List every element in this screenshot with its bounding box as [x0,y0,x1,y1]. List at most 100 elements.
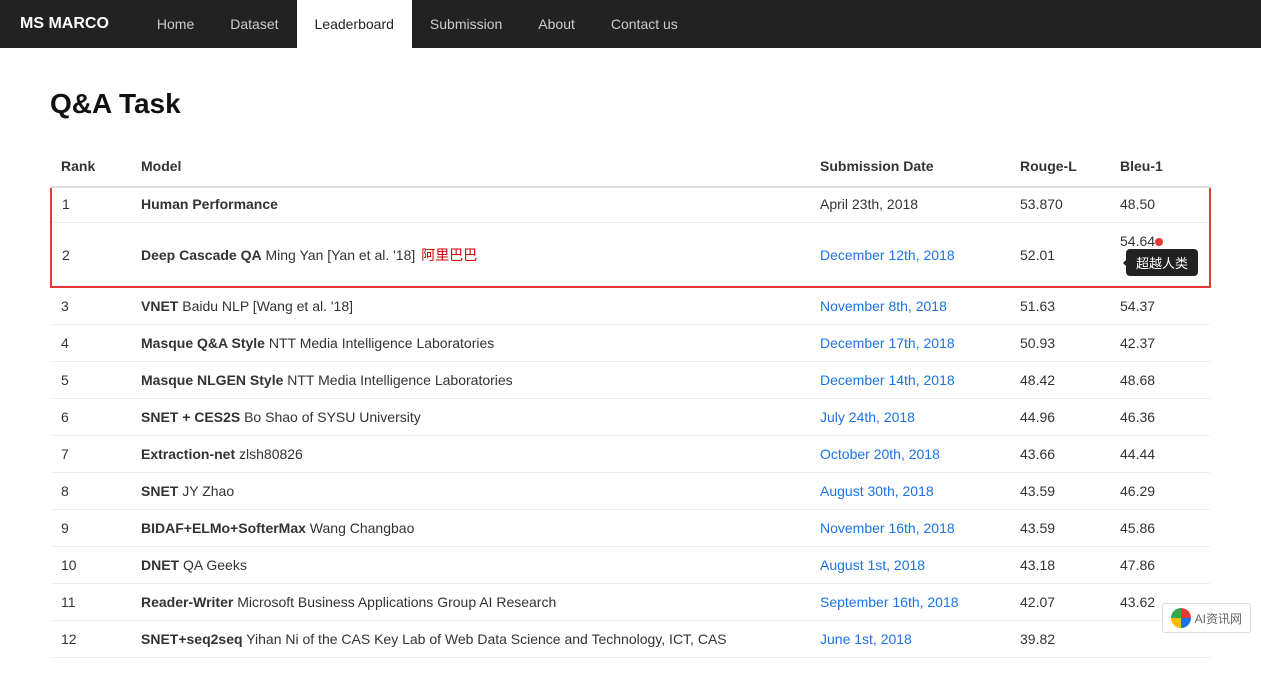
main-content: Q&A Task Rank Model Submission Date Roug… [0,48,1261,678]
table-row: 10DNET QA GeeksAugust 1st, 201843.1847.8… [51,547,1210,584]
cell-rank: 9 [51,510,131,547]
table-row: 2Deep Cascade QA Ming Yan [Yan et al. '1… [51,223,1210,288]
date-link[interactable]: December 12th, 2018 [820,247,955,263]
cell-rank: 4 [51,325,131,362]
exceeds-human-badge: 超越人类 [1126,249,1198,276]
model-name-rest: QA Geeks [179,557,247,573]
cell-rouge: 43.59 [1010,473,1110,510]
date-link[interactable]: November 8th, 2018 [820,298,947,314]
cell-date[interactable]: October 20th, 2018 [810,436,1010,473]
table-row: 12SNET+seq2seq Yihan Ni of the CAS Key L… [51,621,1210,658]
model-name-bold: VNET [141,298,178,314]
date-link[interactable]: July 24th, 2018 [820,409,915,425]
date-link[interactable]: June 1st, 2018 [820,631,912,647]
cell-date[interactable]: November 16th, 2018 [810,510,1010,547]
cell-rank: 1 [51,187,131,223]
model-name-bold: SNET+seq2seq [141,631,243,647]
nav-contact[interactable]: Contact us [593,0,696,48]
table-row: 5Masque NLGEN Style NTT Media Intelligen… [51,362,1210,399]
date-link[interactable]: August 30th, 2018 [820,483,934,499]
date-link[interactable]: October 20th, 2018 [820,446,940,462]
date-link[interactable]: September 16th, 2018 [820,594,959,610]
cell-model: Masque Q&A Style NTT Media Intelligence … [131,325,810,362]
model-name-rest: zlsh80826 [235,446,303,462]
cell-rank: 3 [51,287,131,325]
cell-rouge: 43.18 [1010,547,1110,584]
cell-date: April 23th, 2018 [810,187,1010,223]
date-link[interactable]: December 17th, 2018 [820,335,955,351]
cell-bleu: 54.37 [1110,287,1210,325]
cell-rank: 5 [51,362,131,399]
cell-rank: 2 [51,223,131,288]
col-header-rouge: Rouge-L [1010,150,1110,187]
model-name-rest: NTT Media Intelligence Laboratories [265,335,494,351]
cell-date[interactable]: August 30th, 2018 [810,473,1010,510]
cell-model: Human Performance [131,187,810,223]
cell-date[interactable]: November 8th, 2018 [810,287,1010,325]
cell-date[interactable]: December 14th, 2018 [810,362,1010,399]
cell-rouge: 39.82 [1010,621,1110,658]
table-row: 6SNET + CES2S Bo Shao of SYSU University… [51,399,1210,436]
cell-rouge: 52.01 [1010,223,1110,288]
nav-submission[interactable]: Submission [412,0,520,48]
model-name-rest: Yihan Ni of the CAS Key Lab of Web Data … [243,631,727,647]
cell-model: SNET JY Zhao [131,473,810,510]
cell-rouge: 42.07 [1010,584,1110,621]
model-name-rest: Ming Yan [Yan et al. '18] [262,247,416,263]
cell-rank: 10 [51,547,131,584]
cell-rouge: 43.66 [1010,436,1110,473]
date-link[interactable]: August 1st, 2018 [820,557,925,573]
cell-bleu: 45.86 [1110,510,1210,547]
cell-rank: 11 [51,584,131,621]
model-name-rest: Microsoft Business Applications Group AI… [233,594,556,610]
cell-model: SNET + CES2S Bo Shao of SYSU University [131,399,810,436]
cell-rank: 8 [51,473,131,510]
model-name-bold: Extraction-net [141,446,235,462]
nav-about[interactable]: About [520,0,593,48]
cell-rouge: 50.93 [1010,325,1110,362]
col-header-rank: Rank [51,150,131,187]
exceeds-dot [1155,238,1163,246]
nav-home[interactable]: Home [139,0,212,48]
cell-model: BIDAF+ELMo+SofterMax Wang Changbao [131,510,810,547]
cell-model: VNET Baidu NLP [Wang et al. '18] [131,287,810,325]
table-row: 7Extraction-net zlsh80826October 20th, 2… [51,436,1210,473]
model-name-rest: NTT Media Intelligence Laboratories [283,372,512,388]
model-name-bold: SNET [141,483,178,499]
cell-rouge: 43.59 [1010,510,1110,547]
date-link[interactable]: November 16th, 2018 [820,520,955,536]
col-header-date: Submission Date [810,150,1010,187]
navigation: MS MARCO Home Dataset Leaderboard Submis… [0,0,1261,48]
cell-bleu: 48.68 [1110,362,1210,399]
model-name-bold: SNET + CES2S [141,409,240,425]
cell-model: Masque NLGEN Style NTT Media Intelligenc… [131,362,810,399]
cell-date[interactable]: June 1st, 2018 [810,621,1010,658]
cell-rouge: 53.870 [1010,187,1110,223]
table-row: 1Human PerformanceApril 23th, 201853.870… [51,187,1210,223]
nav-dataset[interactable]: Dataset [212,0,296,48]
nav-leaderboard[interactable]: Leaderboard [297,0,412,48]
model-name-rest: Bo Shao of SYSU University [240,409,421,425]
cell-date[interactable]: December 17th, 2018 [810,325,1010,362]
cell-date[interactable]: September 16th, 2018 [810,584,1010,621]
cell-date[interactable]: July 24th, 2018 [810,399,1010,436]
cell-bleu: 54.64超越人类 [1110,223,1210,288]
cell-bleu: 42.37 [1110,325,1210,362]
watermark-icon [1171,608,1191,628]
cell-model: SNET+seq2seq Yihan Ni of the CAS Key Lab… [131,621,810,658]
cell-rouge: 51.63 [1010,287,1110,325]
model-name-rest: JY Zhao [178,483,234,499]
cell-model: Extraction-net zlsh80826 [131,436,810,473]
cell-date[interactable]: December 12th, 2018 [810,223,1010,288]
nav-links: Home Dataset Leaderboard Submission Abou… [139,0,696,48]
cell-rouge: 44.96 [1010,399,1110,436]
watermark-badge: AI资讯网 [1162,603,1251,633]
table-row: 3VNET Baidu NLP [Wang et al. '18] Novembe… [51,287,1210,325]
date-link[interactable]: December 14th, 2018 [820,372,955,388]
page-title: Q&A Task [50,88,1211,120]
leaderboard-table: Rank Model Submission Date Rouge-L Bleu-… [50,150,1211,658]
brand-logo: MS MARCO [20,15,109,33]
col-header-model: Model [131,150,810,187]
cell-date[interactable]: August 1st, 2018 [810,547,1010,584]
cell-model: Deep Cascade QA Ming Yan [Yan et al. '18… [131,223,810,288]
